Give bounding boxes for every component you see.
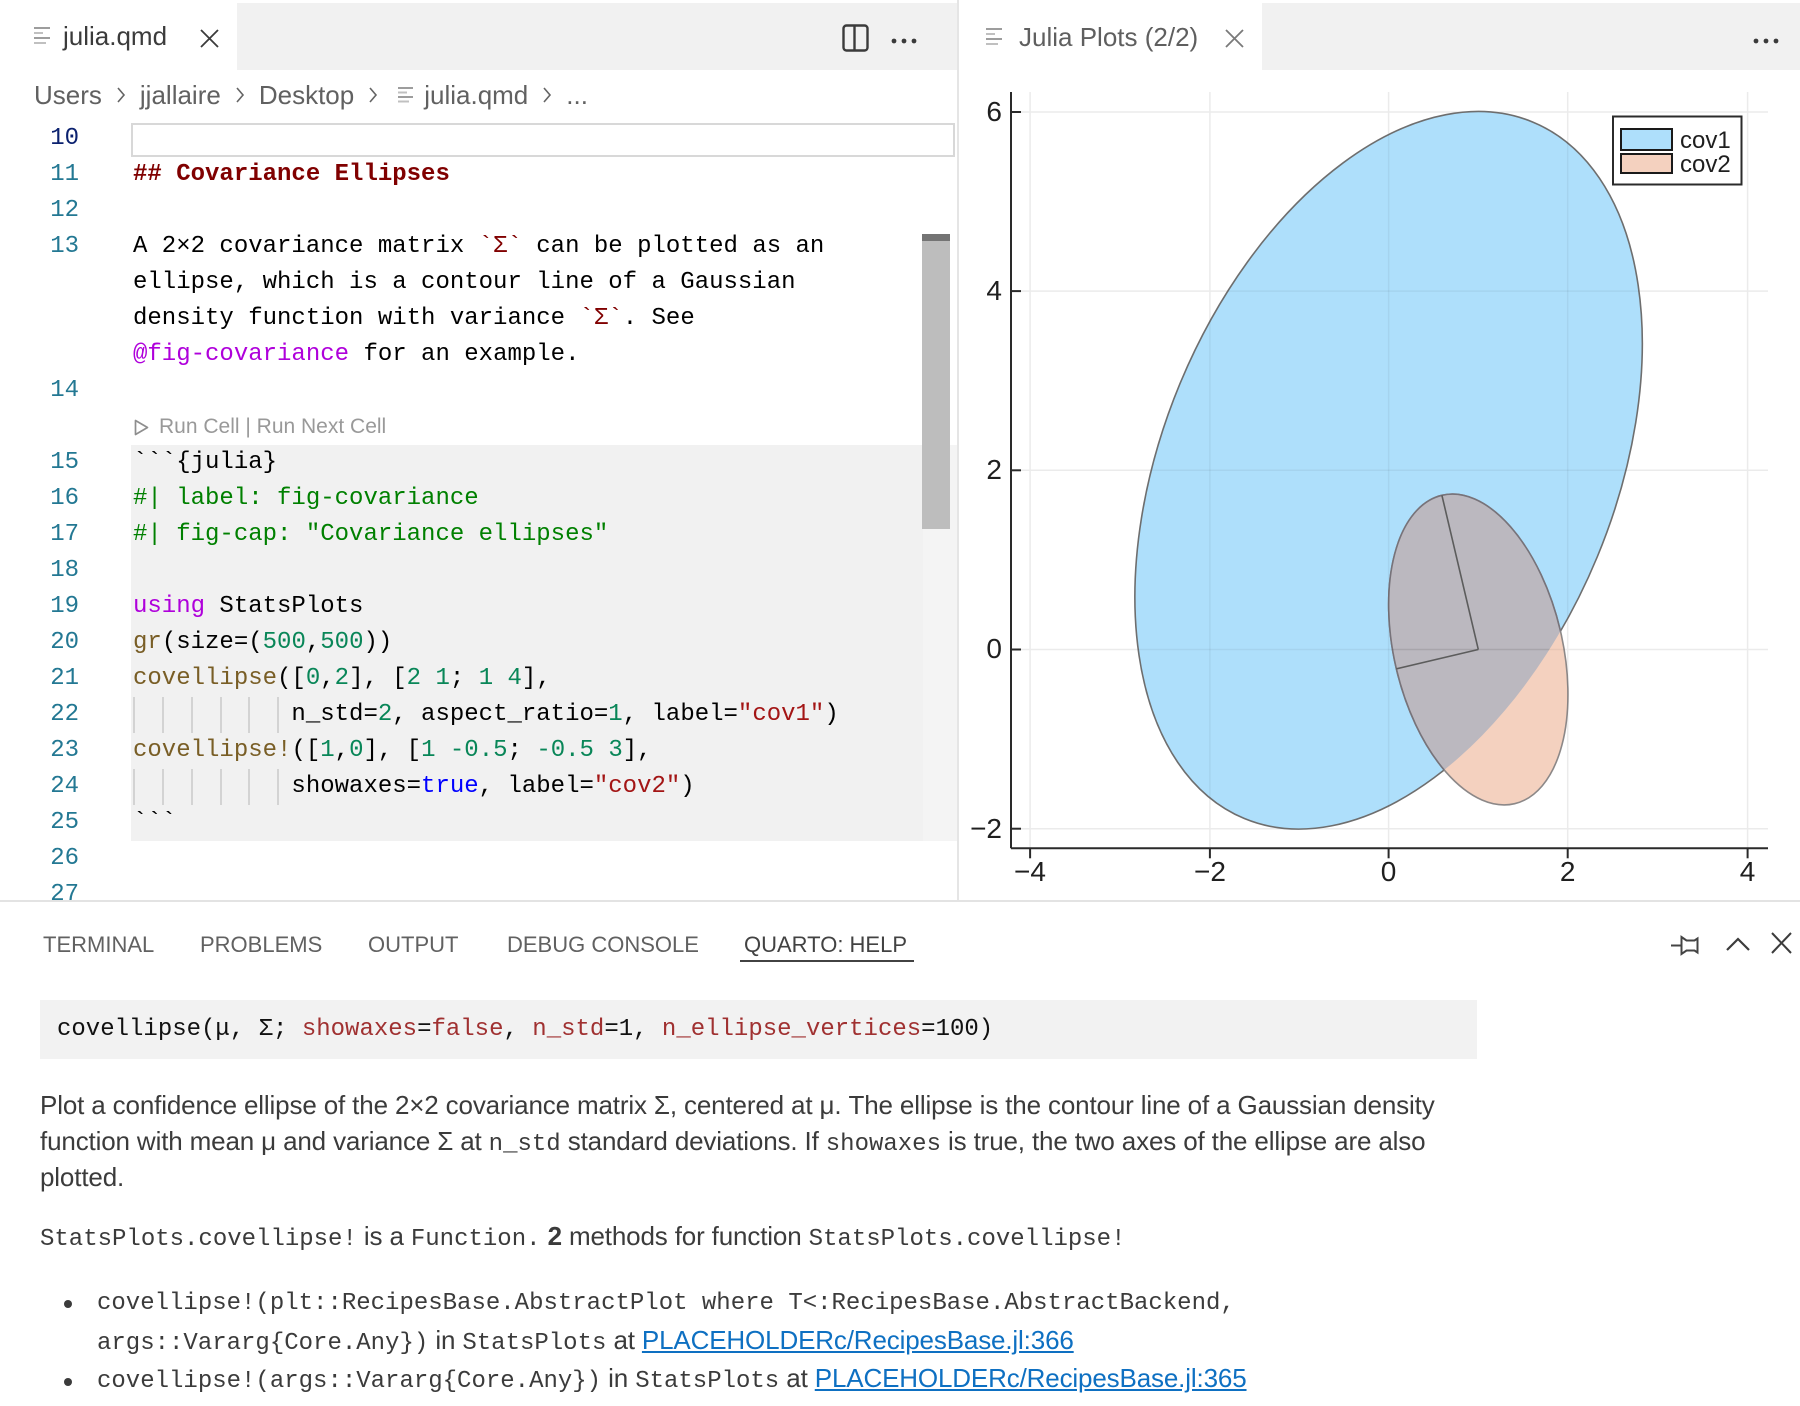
svg-text:cov1: cov1 [1680, 127, 1731, 154]
svg-text:−2: −2 [1194, 856, 1226, 887]
svg-text:4: 4 [986, 275, 1002, 306]
svg-text:4: 4 [1740, 856, 1756, 887]
svg-text:2: 2 [1560, 856, 1576, 887]
svg-text:0: 0 [1381, 856, 1397, 887]
svg-text:2: 2 [986, 454, 1002, 485]
svg-text:6: 6 [986, 96, 1002, 127]
svg-text:−2: −2 [970, 813, 1002, 844]
svg-text:−4: −4 [1014, 856, 1046, 887]
svg-text:cov2: cov2 [1680, 151, 1731, 178]
svg-text:0: 0 [986, 633, 1002, 664]
